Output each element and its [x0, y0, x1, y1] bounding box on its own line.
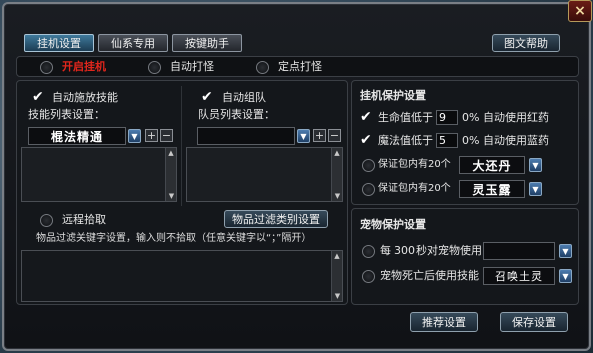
recommend-button[interactable]: 推荐设置: [410, 312, 478, 332]
divider: [181, 86, 182, 206]
mp-checkbox[interactable]: ✔: [360, 133, 372, 147]
skill-dropdown[interactable]: 棍法精通: [28, 127, 126, 145]
filter-keyword-input[interactable]: [21, 250, 343, 302]
team-dropdown[interactable]: [197, 127, 295, 145]
team-add-button[interactable]: +: [313, 129, 326, 142]
pet-skill-dropdown[interactable]: 召唤土灵: [483, 267, 555, 285]
team-listbox[interactable]: [186, 147, 343, 202]
skill-remove-button[interactable]: −: [160, 129, 173, 142]
skill-dropdown-value: 棍法精通: [50, 129, 103, 144]
filter-scrollbar[interactable]: ▲ ▼: [331, 251, 342, 301]
pack1-radio[interactable]: [362, 159, 375, 172]
pack2-dropdown-arrow[interactable]: ▼: [529, 182, 542, 196]
chevron-down-icon: ▼: [562, 246, 569, 256]
skill-listbox[interactable]: [21, 147, 177, 202]
fixed-fight-label: 定点打怪: [278, 60, 322, 73]
team-list-label: 队员列表设置：: [198, 108, 275, 121]
hp-label: 生命值低于: [378, 111, 433, 124]
pet-death-radio[interactable]: [362, 270, 375, 283]
plus-icon: +: [146, 129, 157, 142]
pack2-dropdown-value: 灵玉露: [472, 182, 512, 197]
pet-every-suffix: 秒对宠物使用: [416, 244, 482, 257]
pet-death-label: 宠物死亡后使用技能: [380, 269, 479, 282]
tab-key-helper[interactable]: 按键助手: [172, 34, 242, 52]
tab-immortal[interactable]: 仙系专用: [98, 34, 168, 52]
skill-list-scrollbar[interactable]: ▲ ▼: [165, 148, 176, 201]
team-checkbox[interactable]: ✔: [201, 90, 213, 104]
pet-interval-value[interactable]: 300: [394, 244, 415, 258]
scroll-down-icon[interactable]: ▼: [332, 191, 343, 201]
tab-hangup-settings[interactable]: 挂机设置: [24, 34, 94, 52]
pet-timer-radio[interactable]: [362, 245, 375, 258]
mp-label: 魔法值低于: [378, 134, 433, 147]
skill-add-button[interactable]: +: [145, 129, 158, 142]
pet-every-prefix: 每: [380, 244, 391, 257]
team-checkbox-label: 自动组队: [222, 91, 266, 104]
auto-fight-radio[interactable]: [148, 61, 161, 74]
skill-dropdown-arrow[interactable]: ▼: [128, 129, 141, 143]
pack2-dropdown[interactable]: 灵玉露: [459, 180, 525, 198]
pack2-radio[interactable]: [362, 183, 375, 196]
skill-list-label: 技能列表设置：: [28, 108, 105, 121]
filter-keyword-hint: 物品过滤关键字设置，输入则不拾取（任意关键字以“；”隔开）: [36, 233, 312, 244]
help-label: 图文帮助: [504, 37, 548, 50]
hp-checkbox[interactable]: ✔: [360, 110, 372, 124]
filter-category-label: 物品过滤类别设置: [232, 213, 320, 226]
team-dropdown-arrow[interactable]: ▼: [297, 129, 310, 143]
pack1-label: 保证包内有20个: [378, 159, 451, 170]
scroll-down-icon[interactable]: ▼: [166, 191, 177, 201]
scroll-up-icon[interactable]: ▲: [166, 148, 176, 158]
scroll-up-icon[interactable]: ▲: [332, 251, 342, 261]
auto-fight-label: 自动打怪: [170, 60, 214, 73]
skill-checkbox[interactable]: ✔: [32, 90, 44, 104]
hp-threshold-input[interactable]: 9: [436, 110, 458, 125]
remote-pickup-label: 远程拾取: [62, 213, 106, 226]
pet-item-dropdown-arrow[interactable]: ▼: [559, 244, 572, 258]
pet-skill-value: 召唤土灵: [495, 270, 543, 283]
fixed-fight-radio[interactable]: [256, 61, 269, 74]
filter-category-button[interactable]: 物品过滤类别设置: [224, 210, 328, 228]
pack1-dropdown-arrow[interactable]: ▼: [529, 158, 542, 172]
chevron-down-icon: ▼: [532, 184, 539, 194]
hp-suffix: 0% 自动使用红药: [462, 111, 549, 124]
pet-title: 宠物保护设置: [360, 218, 426, 231]
save-label: 保存设置: [512, 316, 556, 329]
chevron-down-icon: ▼: [562, 271, 569, 281]
scroll-up-icon[interactable]: ▲: [332, 148, 342, 158]
pack1-dropdown-value: 大还丹: [472, 158, 512, 173]
plus-icon: +: [314, 129, 325, 142]
start-label: 开启挂机: [62, 60, 106, 73]
mp-threshold-input[interactable]: 5: [436, 133, 458, 148]
team-list-scrollbar[interactable]: ▲ ▼: [331, 148, 342, 201]
help-button[interactable]: 图文帮助: [492, 34, 560, 52]
start-radio[interactable]: [40, 61, 53, 74]
minus-icon: −: [161, 129, 172, 142]
save-button[interactable]: 保存设置: [500, 312, 568, 332]
chevron-down-icon: ▼: [131, 131, 138, 141]
pack2-label: 保证包内有20个: [378, 183, 451, 194]
recommend-label: 推荐设置: [422, 316, 466, 329]
scroll-down-icon[interactable]: ▼: [332, 291, 343, 301]
minus-icon: −: [329, 129, 340, 142]
pet-item-dropdown[interactable]: [483, 242, 555, 260]
tab-label: 按键助手: [185, 37, 229, 50]
protect-title: 挂机保护设置: [360, 89, 426, 102]
tab-label: 挂机设置: [37, 37, 81, 50]
skill-checkbox-label: 自动施放技能: [52, 91, 118, 104]
pack1-dropdown[interactable]: 大还丹: [459, 156, 525, 174]
tab-label: 仙系专用: [111, 37, 155, 50]
pet-skill-dropdown-arrow[interactable]: ▼: [559, 269, 572, 283]
team-remove-button[interactable]: −: [328, 129, 341, 142]
chevron-down-icon: ▼: [300, 131, 307, 141]
mp-suffix: 0% 自动使用蓝药: [462, 134, 549, 147]
remote-pickup-radio[interactable]: [40, 214, 53, 227]
close-button[interactable]: ×: [568, 0, 592, 22]
close-icon: ×: [574, 3, 586, 19]
chevron-down-icon: ▼: [532, 160, 539, 170]
